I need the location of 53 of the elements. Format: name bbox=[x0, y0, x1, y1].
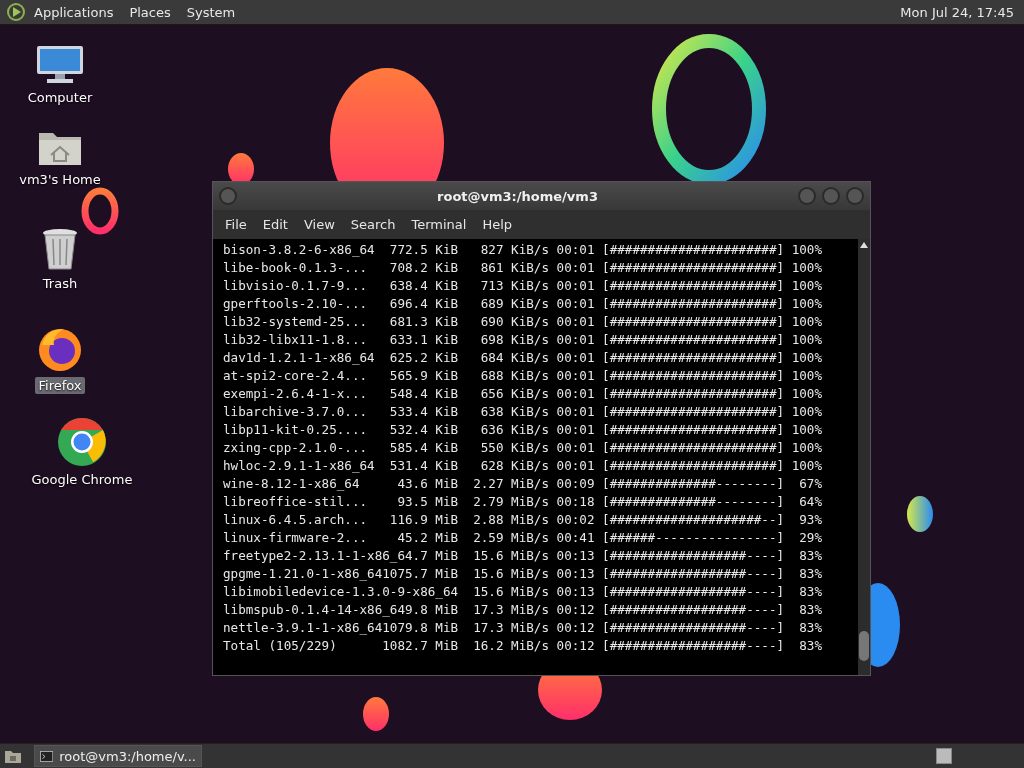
terminal-line: libp11-kit-0.25.... 532.4 KiB 636 KiB/s 00:01 [######################] 100% bbox=[223, 421, 823, 439]
wallpaper-blob bbox=[363, 697, 389, 731]
terminal-line: dav1d-1.2.1-1-x86_64 625.2 KiB 684 KiB/s 00:01 [######################] 100% bbox=[223, 349, 823, 367]
scrollbar[interactable] bbox=[858, 239, 870, 675]
terminal-line: bison-3.8.2-6-x86_64 772.5 KiB 827 KiB/s 00:01 [######################] 100% bbox=[223, 241, 823, 259]
terminal-icon bbox=[40, 749, 54, 763]
terminal-line: freetype2-2.13.1-1-x86_64.7 MiB 15.6 MiB/s 00:13 [##################----] 83% bbox=[223, 547, 823, 565]
terminal-line: at-spi2-core-2.4... 565.9 KiB 688 KiB/s 00:01 [######################] 100% bbox=[223, 367, 823, 385]
menu-item[interactable]: File bbox=[217, 217, 255, 232]
panel-menu[interactable]: Applications bbox=[34, 4, 114, 20]
terminal-line: linux-6.4.5.arch... 116.9 MiB 2.88 MiB/s 00:02 [####################--] 93% bbox=[223, 511, 823, 529]
terminal-line: libimobiledevice-1.3.0-9-x86_64 15.6 MiB/s 00:13 [##################----] 83% bbox=[223, 583, 823, 601]
menu-item[interactable]: Terminal bbox=[403, 217, 475, 232]
terminal-line: libarchive-3.7.0... 533.4 KiB 638 KiB/s 00:01 [######################] 100% bbox=[223, 403, 823, 421]
desktop-icon-label[interactable]: Trash bbox=[39, 275, 81, 292]
panel-menu[interactable]: Places bbox=[129, 4, 171, 20]
terminal-line: Total (105/229) 1082.7 MiB 16.2 MiB/s 00:12 [##################----] 83% bbox=[223, 637, 823, 655]
terminal-line: gperftools-2.10-... 696.4 KiB 689 KiB/s 00:01 [######################] 100% bbox=[223, 295, 823, 313]
desktop-icon-label[interactable]: vm3's Home bbox=[16, 171, 104, 188]
show-desktop-icon[interactable] bbox=[4, 748, 22, 764]
terminal-line: libreoffice-stil... 93.5 MiB 2.79 MiB/s 00:18 [##############--------] 64% bbox=[223, 493, 823, 511]
play-logo-icon[interactable] bbox=[6, 2, 26, 22]
desktop-icon-label[interactable]: Firefox bbox=[35, 377, 85, 394]
terminal-line: linux-firmware-2... 45.2 MiB 2.59 MiB/s 00:41 [######----------------] 29% bbox=[223, 529, 823, 547]
terminal-line: exempi-2.6.4-1-x... 548.4 KiB 656 KiB/s 00:01 [######################] 100% bbox=[223, 385, 823, 403]
menu-item[interactable]: Help bbox=[474, 217, 521, 232]
browser-circle-icon[interactable] bbox=[57, 417, 107, 467]
menu-item[interactable]: View bbox=[295, 217, 343, 232]
scroll-up-arrow-icon[interactable] bbox=[860, 242, 868, 248]
terminal-line: libmspub-0.1.4-14-x86_649.8 MiB 17.3 MiB/s 00:12 [##################----] 83% bbox=[223, 601, 823, 619]
terminal-line: nettle-3.9.1-1-x86_641079.8 MiB 17.3 MiB/s 00:12 [##################----] 83% bbox=[223, 619, 823, 637]
wallpaper-ring bbox=[81, 187, 119, 235]
computer-icon[interactable] bbox=[35, 45, 85, 85]
terminal-line: libvisio-0.1.7-9... 638.4 KiB 713 KiB/s 00:01 [######################] 100% bbox=[223, 277, 823, 295]
desktop-icon-label[interactable]: Computer bbox=[24, 89, 96, 106]
clock[interactable]: Mon Jul 24, 17:45 bbox=[900, 4, 1018, 20]
window-title: root@vm3:/home/vm3 bbox=[436, 188, 599, 204]
taskbar-window-button[interactable]: root@vm3:/home/v... bbox=[34, 745, 202, 767]
terminal-line: libe-book-0.1.3-... 708.2 KiB 861 KiB/s 00:01 [######################] 100% bbox=[223, 259, 823, 277]
terminal-line: hwloc-2.9.1-1-x86_64 531.4 KiB 628 KiB/s 00:01 [######################] 100% bbox=[223, 457, 823, 475]
workspace-switcher[interactable] bbox=[936, 748, 952, 764]
terminal-line: zxing-cpp-2.1.0-... 585.4 KiB 550 KiB/s 00:01 [######################] 100% bbox=[223, 439, 823, 457]
trash-icon[interactable] bbox=[40, 227, 80, 271]
terminal-line: lib32-systemd-25... 681.3 KiB 690 KiB/s 00:01 [######################] 100% bbox=[223, 313, 823, 331]
terminal-line: wine-8.12-1-x86_64 43.6 MiB 2.27 MiB/s 00:09 [##############--------] 67% bbox=[223, 475, 823, 493]
menu-item[interactable]: Edit bbox=[254, 217, 296, 232]
desktop-icon-label[interactable]: Google Chrome bbox=[28, 471, 136, 488]
scrollbar-thumb[interactable] bbox=[859, 631, 869, 661]
terminal-line: gpgme-1.21.0-1-x86_641075.7 MiB 15.6 MiB/s 00:13 [##################----] 83% bbox=[223, 565, 823, 583]
wallpaper-blob bbox=[907, 496, 933, 532]
menu-item[interactable]: Search bbox=[342, 217, 404, 232]
panel-menu[interactable]: System bbox=[186, 4, 236, 20]
terminal-line: lib32-libx11-1.8... 633.1 KiB 698 KiB/s 00:01 [######################] 100% bbox=[223, 331, 823, 349]
